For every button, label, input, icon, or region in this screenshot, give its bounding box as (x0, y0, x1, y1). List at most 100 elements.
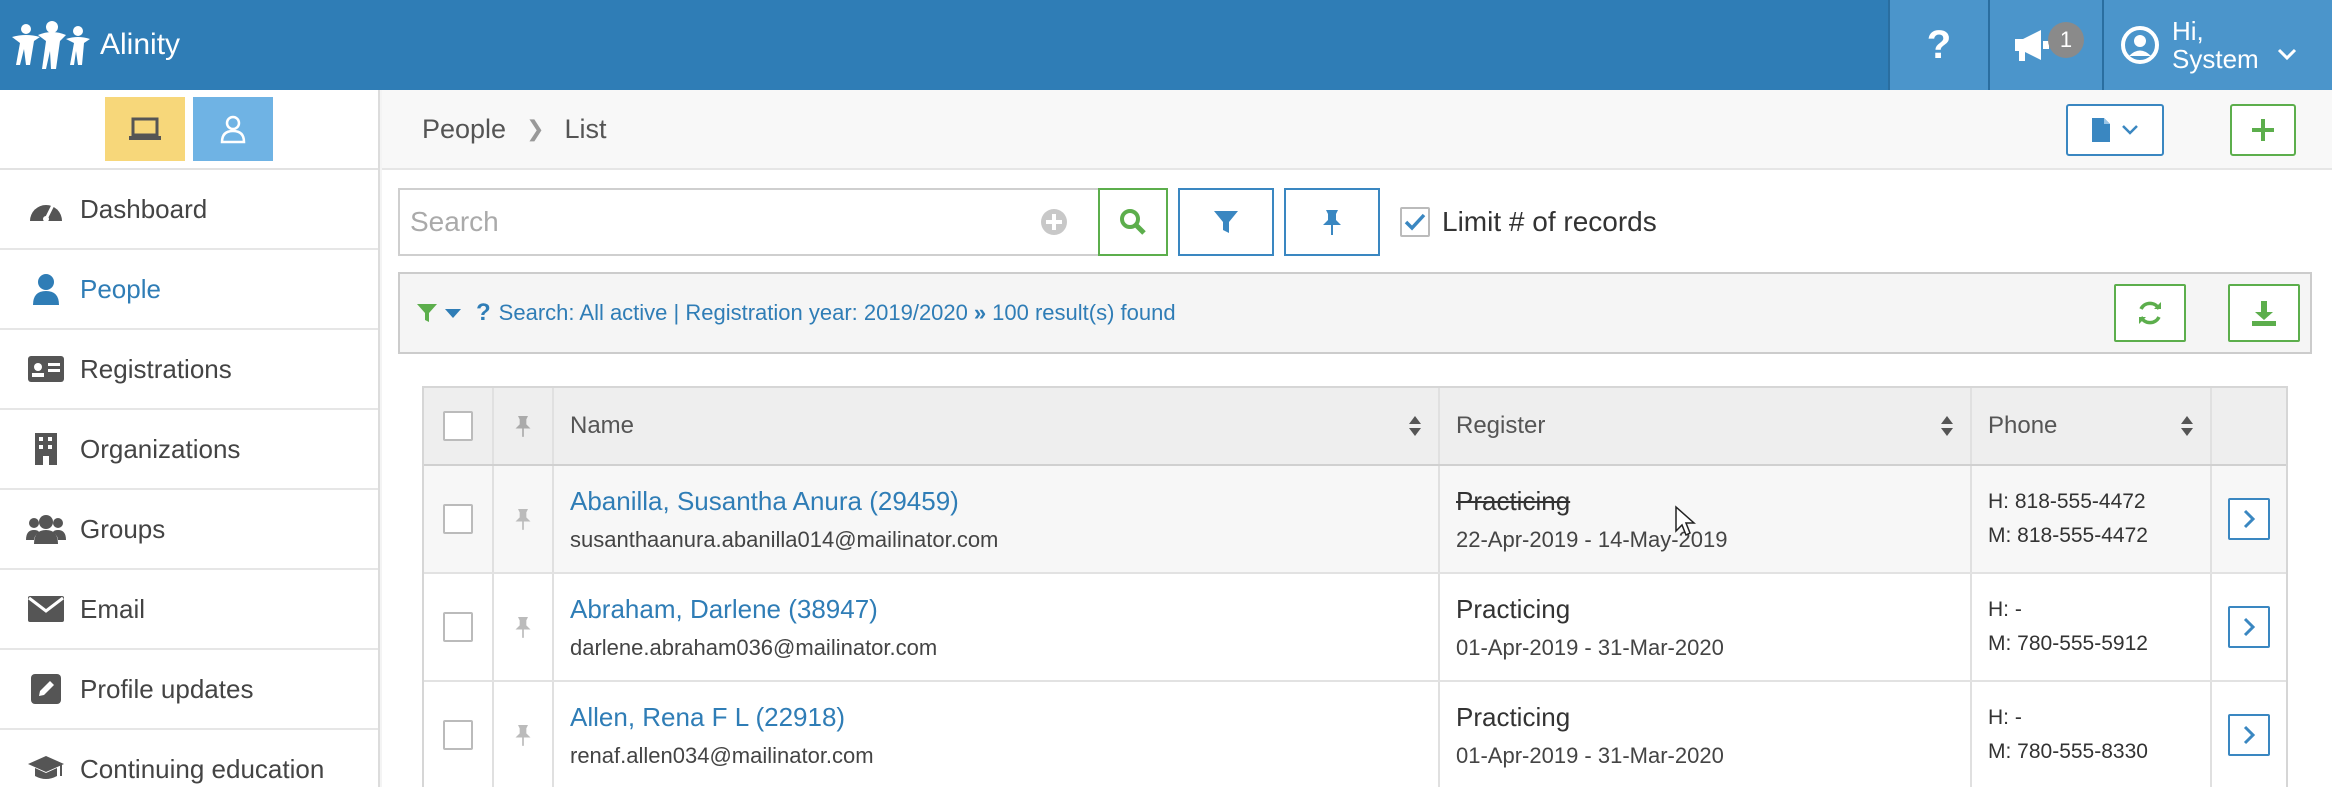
register-column-header[interactable]: Register (1440, 388, 1972, 464)
row-pin-cell (494, 574, 554, 680)
person-name-link[interactable]: Allen, Rena F L (22918) (570, 702, 874, 733)
sidebar-item-organizations[interactable]: Organizations (0, 410, 378, 490)
plus-circle-icon[interactable] (1040, 208, 1068, 236)
reports-menu-button[interactable] (2066, 104, 2164, 156)
pin-icon[interactable] (513, 507, 533, 531)
sort-icon (2181, 416, 2193, 436)
people-table: Name Register Phone Abanilla, Susantha A… (422, 386, 2288, 787)
top-bar: Alinity ? 1 Hi, System (0, 0, 2332, 90)
app-name: Alinity (100, 28, 181, 61)
table-header: Name Register Phone (424, 388, 2286, 466)
announcements-button[interactable]: 1 (1988, 0, 2102, 90)
sidebar-item-groups[interactable]: Groups (0, 490, 378, 570)
breadcrumb-people-link[interactable]: People (422, 114, 506, 145)
row-register-cell: Practicing 01-Apr-2019 - 31-Mar-2020 (1440, 682, 1972, 787)
download-button[interactable] (2228, 284, 2300, 342)
desktop-view-button[interactable] (105, 97, 185, 161)
table-row: Allen, Rena F L (22918) renaf.allen034@m… (424, 682, 2286, 787)
pin-icon (515, 416, 531, 437)
open-record-button[interactable] (2228, 714, 2270, 756)
home-phone: H: - (1988, 706, 2022, 729)
result-count: 100 result(s) found (992, 300, 1176, 325)
row-name-cell: Allen, Rena F L (22918) renaf.allen034@m… (554, 682, 1440, 787)
person-email: darlene.abraham036@mailinator.com (570, 634, 938, 660)
pin-icon[interactable] (513, 615, 533, 639)
laptop-icon (129, 117, 161, 140)
table-row: Abanilla, Susantha Anura (29459) susanth… (424, 466, 2286, 574)
sidebar-item-registrations[interactable]: Registrations (0, 330, 378, 410)
sidebar-item-dashboard[interactable]: Dashboard (0, 170, 378, 250)
person-name-link[interactable]: Abraham, Darlene (38947) (570, 594, 937, 625)
register-header-label: Register (1456, 412, 1546, 439)
row-action-cell (2212, 466, 2286, 572)
filter-button[interactable] (1178, 188, 1274, 256)
limit-records-checkbox[interactable] (1400, 207, 1430, 237)
breadcrumb-current: List (564, 113, 607, 144)
view-toggle (0, 90, 378, 170)
open-record-button[interactable] (2228, 498, 2270, 540)
help-button[interactable]: ? (1888, 0, 1988, 90)
row-checkbox[interactable] (443, 504, 473, 534)
caret-down-icon[interactable] (444, 307, 462, 319)
row-register-cell: Practicing 01-Apr-2019 - 31-Mar-2020 (1440, 574, 1972, 680)
row-checkbox[interactable] (443, 612, 473, 642)
main-content: People ❯ List Limit # of records (382, 90, 2332, 787)
select-all-checkbox[interactable] (443, 411, 473, 441)
sidebar-item-label: Registrations (80, 353, 232, 384)
search-button[interactable] (1098, 188, 1168, 256)
sidebar-item-label: Groups (80, 513, 166, 544)
user-menu-button[interactable]: Hi, System (2102, 0, 2332, 90)
add-person-button[interactable] (2230, 104, 2296, 156)
sidebar-item-label: Profile updates (80, 673, 254, 704)
row-phone-cell: H: - M: 780-555-5912 (1972, 574, 2212, 680)
pin-icon[interactable] (513, 723, 533, 747)
search-input[interactable] (400, 206, 1040, 238)
user-greeting: Hi, System (2172, 17, 2259, 73)
select-all-cell (424, 388, 494, 464)
plus-icon (2252, 119, 2274, 141)
open-record-button[interactable] (2228, 606, 2270, 648)
name-column-header[interactable]: Name (554, 388, 1440, 464)
graduation-cap-icon (26, 752, 66, 786)
sidebar-item-label: Dashboard (80, 193, 208, 224)
row-name-cell: Abraham, Darlene (38947) darlene.abraham… (554, 574, 1440, 680)
announcement-count-badge: 1 (2048, 22, 2084, 58)
sidebar-item-continuing-education[interactable]: Continuing education (0, 730, 378, 787)
person-name-link[interactable]: Abanilla, Susantha Anura (29459) (570, 486, 998, 517)
row-register-cell: Practicing 22-Apr-2019 - 14-May-2019 (1440, 466, 1972, 572)
greeting-text: Hi, (2172, 16, 2204, 46)
edit-icon (26, 672, 66, 706)
search-field (398, 188, 1098, 256)
chevron-down-icon (2277, 48, 2296, 61)
person-view-button[interactable] (193, 97, 273, 161)
megaphone-icon (2015, 30, 2049, 61)
phone-header-label: Phone (1988, 412, 2058, 439)
envelope-icon (26, 592, 66, 626)
chevron-right-icon: ❯ (526, 116, 545, 141)
row-checkbox[interactable] (443, 720, 473, 750)
download-icon (2252, 301, 2276, 326)
sidebar-item-label: People (80, 273, 161, 304)
brand[interactable]: Alinity (0, 0, 180, 90)
mobile-phone: M: 780-555-8330 (1988, 740, 2148, 763)
sidebar-item-profile-updates[interactable]: Profile updates (0, 650, 378, 730)
help-icon[interactable]: ? (476, 299, 491, 327)
search-criteria-text: Search: All active | Registration year: … (498, 300, 968, 325)
double-chevron-right-icon: » (973, 300, 987, 325)
search-icon (1120, 209, 1146, 235)
alinity-logo-icon (12, 21, 90, 69)
mobile-phone: M: 818-555-4472 (1988, 524, 2148, 547)
refresh-button[interactable] (2114, 284, 2186, 342)
pin-button[interactable] (1284, 188, 1380, 256)
person-icon (26, 272, 66, 306)
phone-column-header[interactable]: Phone (1972, 388, 2212, 464)
mouse-cursor-icon (1675, 505, 1696, 537)
pin-column-header (494, 388, 554, 464)
mobile-phone: M: 780-555-5912 (1988, 632, 2148, 655)
filter-icon[interactable] (416, 302, 438, 324)
limit-records-option[interactable]: Limit # of records (1400, 206, 1657, 238)
sidebar-item-email[interactable]: Email (0, 570, 378, 650)
register-period: 01-Apr-2019 - 31-Mar-2020 (1456, 742, 1724, 768)
home-phone: H: 818-555-4472 (1988, 490, 2146, 513)
sidebar-item-people[interactable]: People (0, 250, 378, 330)
